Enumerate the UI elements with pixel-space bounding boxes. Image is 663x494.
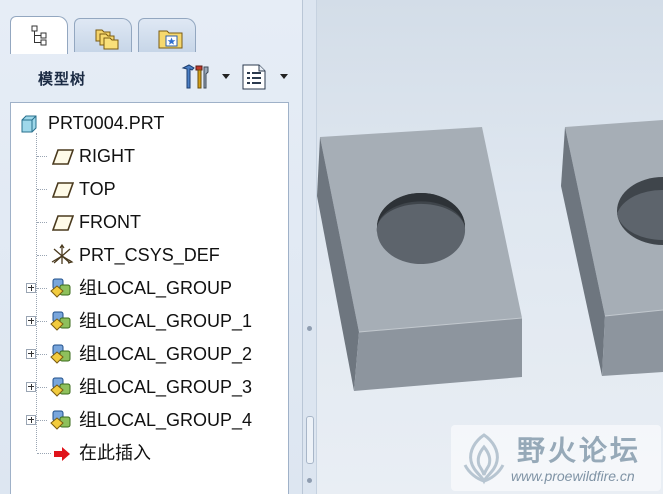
group-icon [50, 377, 71, 397]
flame-logo-icon [463, 433, 505, 485]
tree-branch [37, 222, 47, 223]
tree-item-csys[interactable]: PRT_CSYS_DEF [11, 240, 289, 270]
tree-item-local-group-3[interactable]: 组LOCAL_GROUP_3 [11, 372, 289, 402]
group-icon [50, 278, 71, 298]
tab-favorites[interactable] [138, 18, 196, 52]
sash-grip-icon [307, 326, 312, 331]
tree-branch [37, 321, 47, 322]
insert-here-arrow-icon[interactable] [53, 446, 71, 462]
chevron-down-icon [280, 74, 288, 79]
navigator-tabs [10, 14, 300, 54]
tree-item-label: FRONT [79, 212, 141, 232]
watermark-title: 野火论坛 [517, 434, 642, 467]
group-icon [50, 344, 71, 364]
sash-grip-icon [307, 478, 312, 483]
model-tree-panel: 模型树 PRT0004.PRT RIGHT TOP FRONT PRT_CSYS… [0, 0, 303, 494]
tab-model-tree[interactable] [10, 16, 68, 54]
datum-plane-icon [52, 149, 74, 165]
tree-item-local-group-2[interactable]: 组LOCAL_GROUP_2 [11, 339, 289, 369]
tree-item-local-group-4[interactable]: 组LOCAL_GROUP_4 [11, 405, 289, 435]
tab-folder-browser[interactable] [74, 18, 132, 52]
tree-item-label: 组LOCAL_GROUP_2 [79, 344, 253, 364]
tree-branch [37, 420, 47, 421]
datum-plane-icon [52, 182, 74, 198]
tree-branch [37, 354, 47, 355]
tree-item-label: 组LOCAL_GROUP [79, 278, 233, 298]
tree-item-label: 在此插入 [79, 443, 151, 463]
panel-header: 模型树 [6, 54, 300, 98]
tree-item-local-group-1[interactable]: 组LOCAL_GROUP_1 [11, 306, 289, 336]
tree-item-front[interactable]: FRONT [11, 207, 289, 237]
tree-item-label: 组LOCAL_GROUP_1 [79, 311, 253, 331]
forum-watermark: 野火论坛 www.proewildfire.cn [451, 425, 661, 491]
model-tree-tab-icon [31, 25, 47, 46]
model-tree: PRT0004.PRT RIGHT TOP FRONT PRT_CSYS_DEF… [10, 102, 289, 494]
expand-icon[interactable] [26, 382, 36, 392]
tree-item-label: 组LOCAL_GROUP_4 [79, 410, 253, 430]
datum-plane-icon [52, 215, 74, 231]
tree-columns-icon [242, 64, 266, 90]
expand-icon[interactable] [26, 316, 36, 326]
tree-branch [37, 189, 47, 190]
tree-branch [37, 387, 47, 388]
model-render[interactable] [317, 0, 663, 494]
group-icon [50, 410, 71, 430]
tree-root-label: PRT0004.PRT [48, 113, 165, 133]
tree-item-right[interactable]: RIGHT [11, 141, 289, 171]
tree-item-insert-here[interactable]: 在此插入 [11, 438, 289, 468]
tree-item-top[interactable]: TOP [11, 174, 289, 204]
block-part-1 [317, 127, 523, 391]
part-icon [21, 115, 37, 133]
tree-branch [37, 255, 47, 256]
expand-icon[interactable] [26, 415, 36, 425]
coordinate-system-icon [51, 244, 74, 264]
graphics-viewport[interactable]: 野火论坛 www.proewildfire.cn [317, 0, 663, 494]
tree-root[interactable]: PRT0004.PRT [11, 108, 289, 138]
tree-item-label: PRT_CSYS_DEF [79, 245, 220, 265]
expand-icon[interactable] [26, 349, 36, 359]
tools-settings-icon [181, 64, 209, 89]
chevron-down-icon [222, 74, 230, 79]
tree-item-label: RIGHT [79, 146, 135, 166]
block-part-2 [561, 120, 663, 376]
watermark-url: www.proewildfire.cn [511, 468, 635, 484]
tree-item-label: 组LOCAL_GROUP_3 [79, 377, 253, 397]
panel-sash[interactable] [303, 0, 317, 494]
panel-title: 模型树 [38, 70, 87, 88]
expand-icon[interactable] [26, 283, 36, 293]
settings-dropdown-button[interactable] [180, 62, 230, 92]
tree-item-local-group[interactable]: 组LOCAL_GROUP [11, 273, 289, 303]
folder-browser-tab-icon [95, 29, 119, 50]
tree-branch [37, 288, 47, 289]
tree-item-label: TOP [79, 179, 116, 199]
favorites-tab-icon [158, 30, 183, 49]
sash-scroll-thumb[interactable] [306, 416, 314, 464]
show-dropdown-button[interactable] [240, 62, 288, 92]
tree-branch [37, 156, 47, 157]
tree-branch [37, 453, 51, 454]
group-icon [50, 311, 71, 331]
